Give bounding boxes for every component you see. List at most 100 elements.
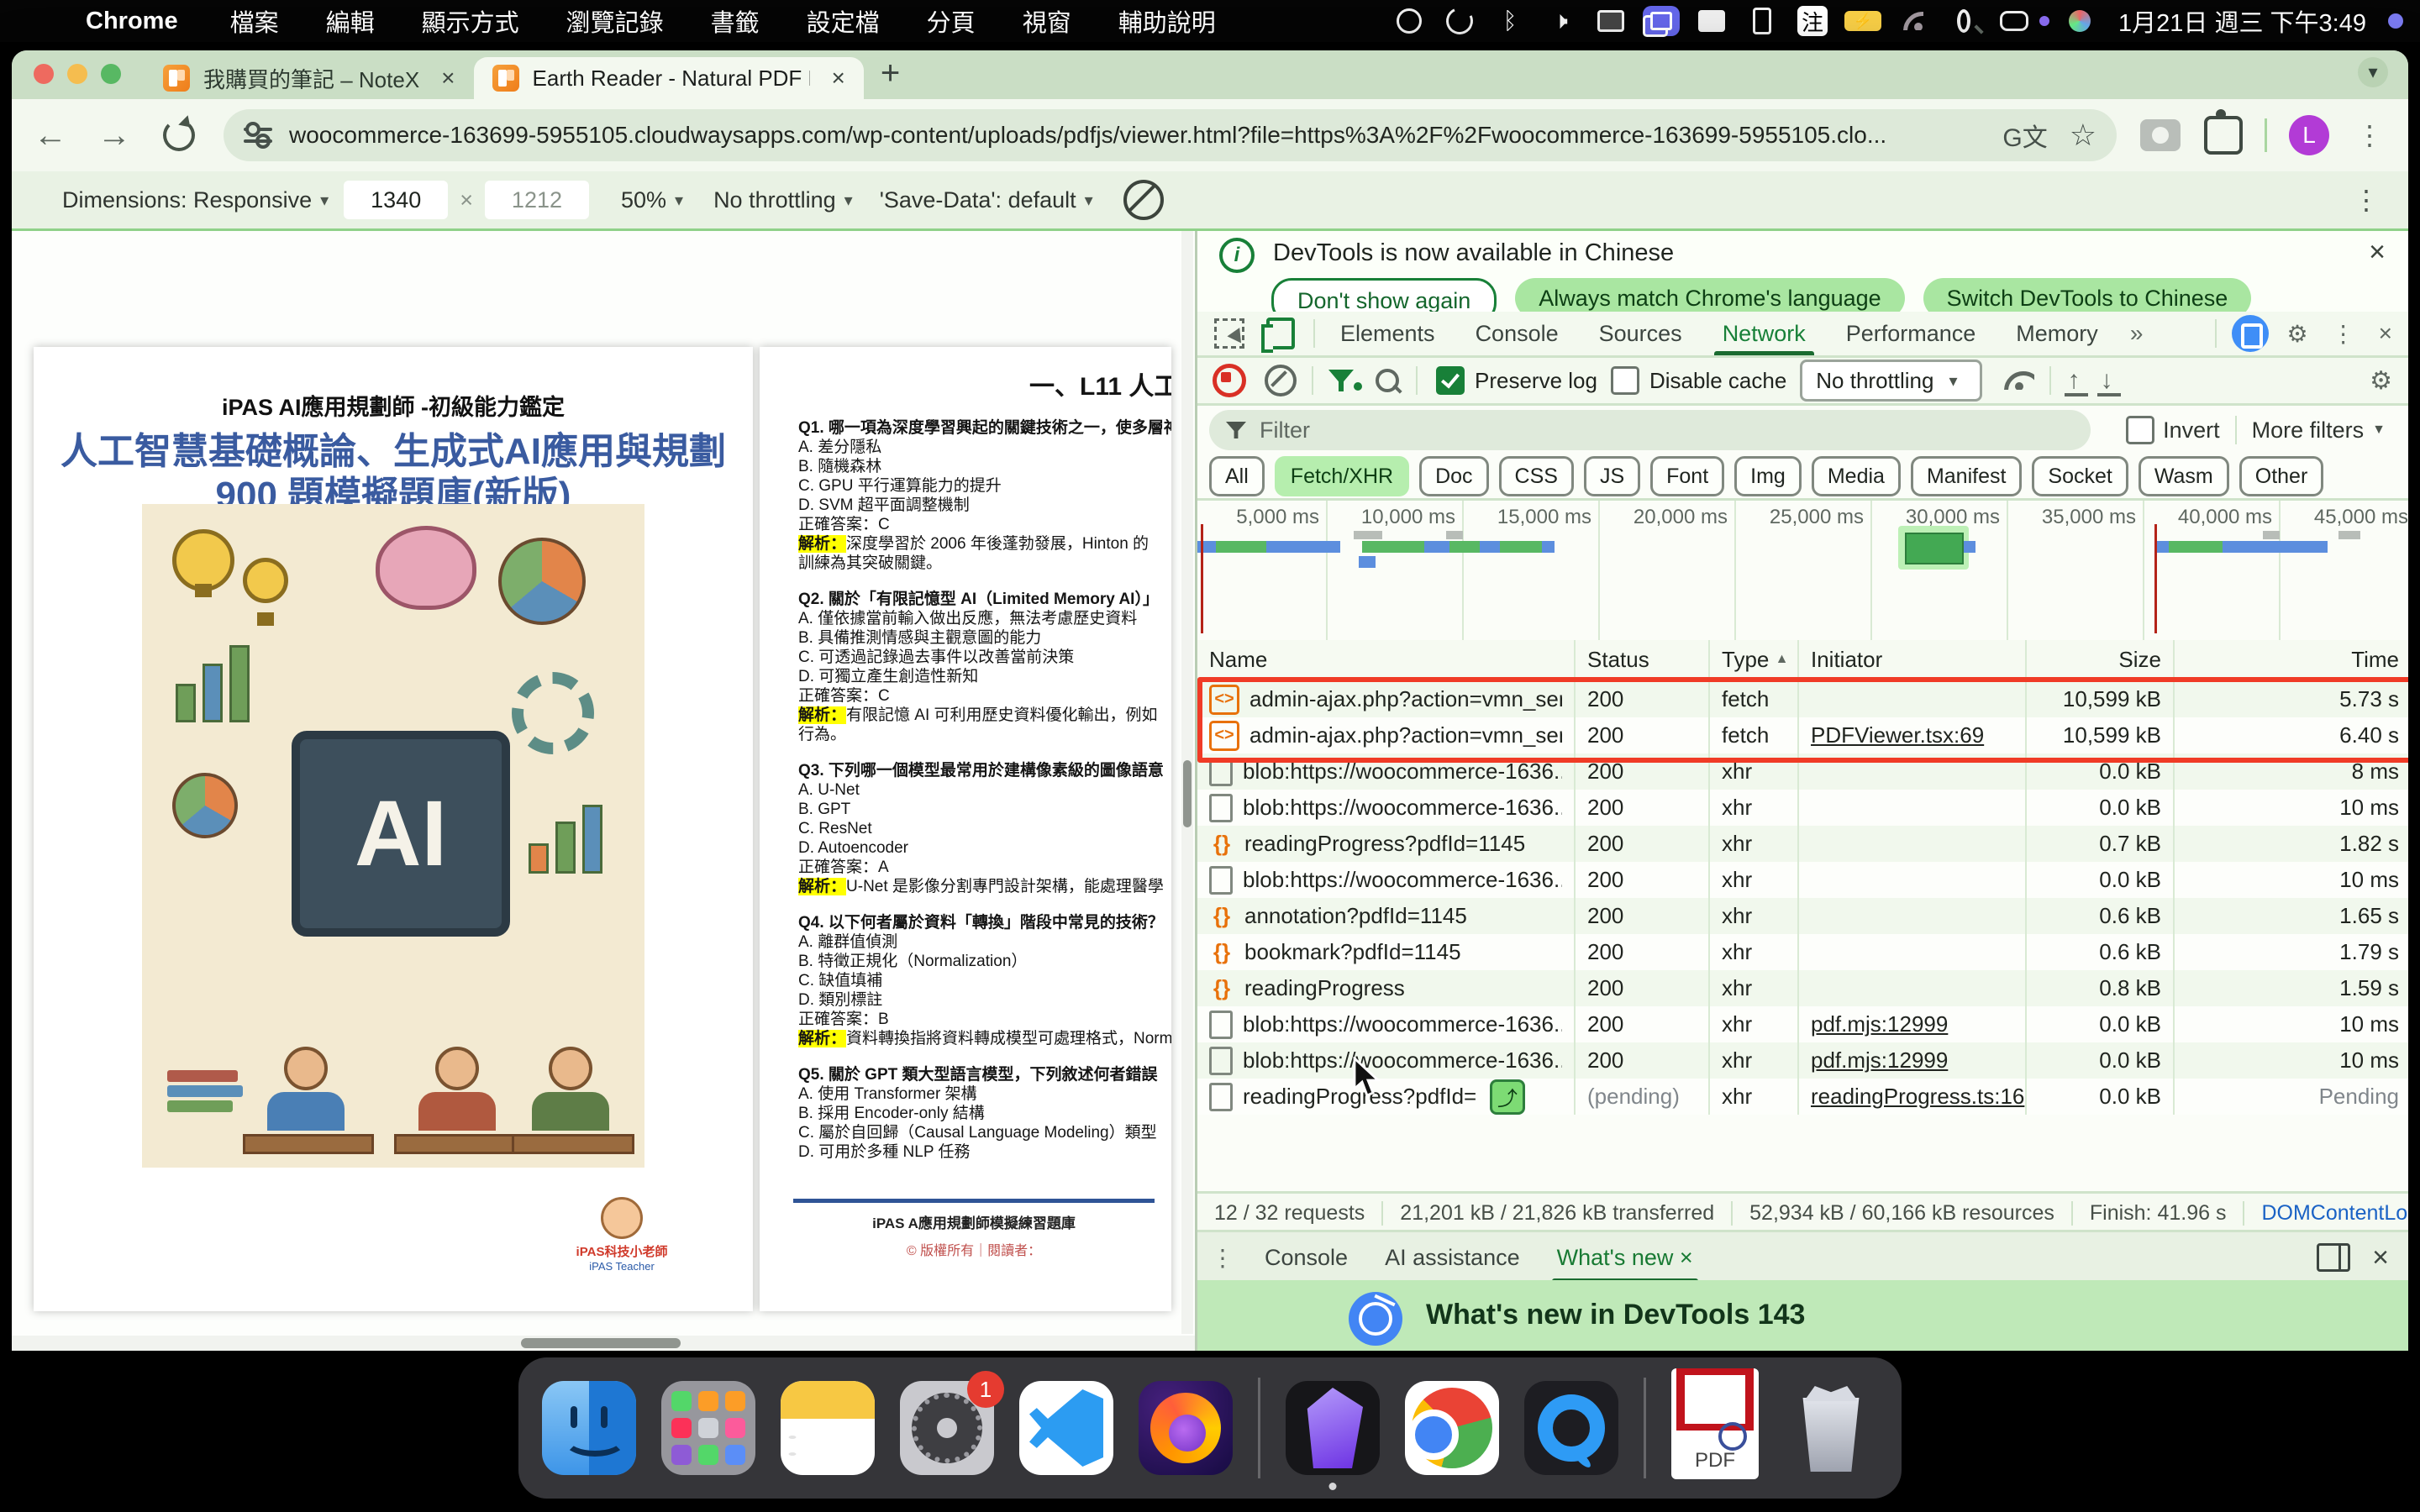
table-row[interactable]: {}annotation?pdfId=1145 200 xhr 0.6 kB 1… [1197, 898, 2408, 934]
initiator-link[interactable]: pdf.mjs:12999 [1811, 1011, 1948, 1037]
filter-icon[interactable] [1328, 370, 1354, 391]
bluetooth-icon[interactable]: ᛒ [1491, 6, 1528, 36]
dock-settings-icon[interactable]: 1 [900, 1381, 994, 1475]
tab-close-icon[interactable]: × [441, 65, 455, 92]
drawer-tab-close-icon[interactable]: × [1680, 1245, 1693, 1271]
search-icon[interactable] [1376, 369, 1399, 392]
forward-button[interactable]: → [97, 117, 131, 155]
inspect-element-icon[interactable] [1214, 318, 1244, 349]
chip-manifest[interactable]: Manifest [1911, 456, 2022, 496]
width-input[interactable] [344, 181, 448, 219]
screenshot-extension-icon[interactable] [2140, 119, 2181, 151]
chip-font[interactable]: Font [1650, 456, 1724, 496]
browser-menu-icon[interactable]: ⋮ [2356, 119, 2383, 151]
infobar-close-icon[interactable]: × [2369, 236, 2386, 269]
reload-button[interactable] [163, 119, 195, 151]
extensions-icon[interactable] [2204, 116, 2243, 155]
table-row[interactable]: {}readingProgress 200 xhr 0.8 kB 1.59 s [1197, 970, 2408, 1006]
zoom-window-button[interactable] [101, 64, 121, 84]
tab-network[interactable]: Network [1702, 312, 1826, 355]
input-method-icon[interactable]: 注 [1794, 6, 1831, 36]
siri-icon[interactable] [2061, 6, 2098, 36]
dock-quicktime-icon[interactable] [1524, 1381, 1618, 1475]
table-row[interactable]: blob:https://woocommerce-1636... 200 xhr… [1197, 790, 2408, 826]
table-header[interactable]: Name Status Type ▲ Initiator Size Time [1197, 640, 2408, 681]
chip-wasm[interactable]: Wasm [2139, 456, 2229, 496]
chip-fetch-xhr[interactable]: Fetch/XHR [1275, 456, 1409, 496]
tab-close-icon[interactable]: × [832, 65, 845, 92]
menu-file[interactable]: 檔案 [230, 3, 279, 39]
more-tabs-icon[interactable]: » [2130, 320, 2144, 347]
site-settings-icon[interactable] [244, 121, 272, 150]
device-toolbar-menu-icon[interactable]: ⋮ [2353, 184, 2380, 216]
tab-performance[interactable]: Performance [1826, 312, 1996, 355]
table-row[interactable]: {}readingProgress?pdfId=1145 200 xhr 0.7… [1197, 826, 2408, 862]
creative-cloud-icon[interactable] [1441, 6, 1478, 36]
close-window-button[interactable] [34, 64, 54, 84]
tab-search-button[interactable]: ▾ [2358, 57, 2388, 87]
network-settings-gear-icon[interactable]: ⚙ [2370, 366, 2392, 396]
dock-pdf-document-icon[interactable]: PDF [1671, 1368, 1759, 1479]
dock-obsidian-icon[interactable] [1286, 1381, 1380, 1475]
table-row[interactable]: <>admin-ajax.php?action=vmn_serv... 200 … [1197, 681, 2408, 717]
dock-side-icon[interactable] [2317, 1243, 2350, 1272]
menu-window[interactable]: 視窗 [1023, 3, 1071, 39]
drawer-menu-icon[interactable]: ⋮ [1211, 1244, 1234, 1272]
tab-sources[interactable]: Sources [1579, 312, 1702, 355]
initiator-link[interactable]: readingProgress.ts:16 [1811, 1084, 2024, 1110]
menu-profiles[interactable]: 設定檔 [807, 3, 880, 39]
spotlight-icon[interactable] [1945, 6, 1982, 36]
chip-all[interactable]: All [1209, 456, 1265, 496]
table-row[interactable]: blob:https://woocommerce-1636... 200 xhr… [1197, 753, 2408, 790]
filter-input[interactable]: Filter [1209, 410, 2091, 450]
menu-tab[interactable]: 分頁 [927, 3, 976, 39]
height-input[interactable] [485, 181, 589, 219]
close-devtools-icon[interactable]: × [2379, 320, 2392, 347]
dock-firefox-icon[interactable] [1139, 1381, 1233, 1475]
tab-console[interactable]: Console [1455, 312, 1579, 355]
menu-bar-clock[interactable]: 1月21日 週三 下午3:49 [2118, 3, 2366, 39]
throttling-select[interactable]: No throttling [713, 187, 836, 213]
invert-checkbox[interactable] [2126, 416, 2154, 444]
zoom-select[interactable]: 50% [621, 187, 666, 213]
menu-help[interactable]: 輔助說明 [1118, 3, 1216, 39]
chip-media[interactable]: Media [1812, 456, 1901, 496]
chip-css[interactable]: CSS [1499, 456, 1574, 496]
horizontal-scrollbar[interactable] [12, 1336, 1195, 1351]
drawer-tab-ai-assistance[interactable]: AI assistance [1366, 1232, 1539, 1283]
profile-avatar[interactable]: L [2289, 115, 2329, 155]
tab-memory[interactable]: Memory [1996, 312, 2118, 355]
battery-icon[interactable]: ⚡ [1844, 6, 1881, 36]
sync-promo-icon[interactable] [2232, 315, 2269, 352]
disable-cache-checkbox[interactable] [1611, 366, 1639, 395]
table-row[interactable]: blob:https://woocommerce-1636... 200 xhr… [1197, 862, 2408, 898]
tab-notex[interactable]: 我購買的筆記 – NoteX × [145, 57, 474, 99]
clear-network-log-button[interactable] [1265, 365, 1297, 396]
url-text[interactable]: woocommerce-163699-5955105.cloudwaysapps… [289, 122, 1981, 149]
minimize-window-button[interactable] [67, 64, 87, 84]
save-data-select[interactable]: 'Save-Data': default [880, 187, 1076, 213]
throttling-dropdown[interactable]: No throttling ▾ [1800, 360, 1981, 402]
drawer-tab-whats-new[interactable]: What's new × [1539, 1232, 1712, 1283]
network-disabled-icon[interactable] [1123, 180, 1164, 220]
tab-elements[interactable]: Elements [1320, 312, 1455, 355]
dock-chrome-icon[interactable] [1405, 1381, 1499, 1475]
scrollbar-thumb[interactable] [521, 1338, 681, 1348]
preserve-log-checkbox[interactable] [1436, 366, 1465, 395]
menu-history[interactable]: 瀏覽記錄 [566, 3, 664, 39]
device-toolbar-toggle-icon[interactable] [1266, 318, 1295, 349]
chip-js[interactable]: JS [1584, 456, 1640, 496]
initiator-link[interactable]: PDFViewer.tsx:69 [1811, 722, 1984, 748]
devtools-menu-icon[interactable]: ⋮ [2332, 320, 2355, 348]
back-button[interactable]: ← [34, 117, 67, 155]
phone-icon[interactable] [1744, 6, 1781, 36]
address-bar[interactable]: woocommerce-163699-5955105.cloudwaysapps… [224, 109, 2117, 161]
initiator-link[interactable]: pdf.mjs:12999 [1811, 1047, 1948, 1074]
more-filters-dropdown[interactable]: More filters [2252, 417, 2365, 444]
table-row[interactable]: {}bookmark?pdfId=1145 200 xhr 0.6 kB 1.7… [1197, 934, 2408, 970]
menu-app-name[interactable]: Chrome [86, 8, 178, 35]
tab-earth-reader[interactable]: Earth Reader - Natural PDF Re × [474, 57, 864, 99]
dock-vscode-icon[interactable] [1019, 1381, 1113, 1475]
mute-icon[interactable]: 🕨 [1542, 6, 1579, 36]
import-har-icon[interactable]: ↑ [2068, 366, 2081, 395]
